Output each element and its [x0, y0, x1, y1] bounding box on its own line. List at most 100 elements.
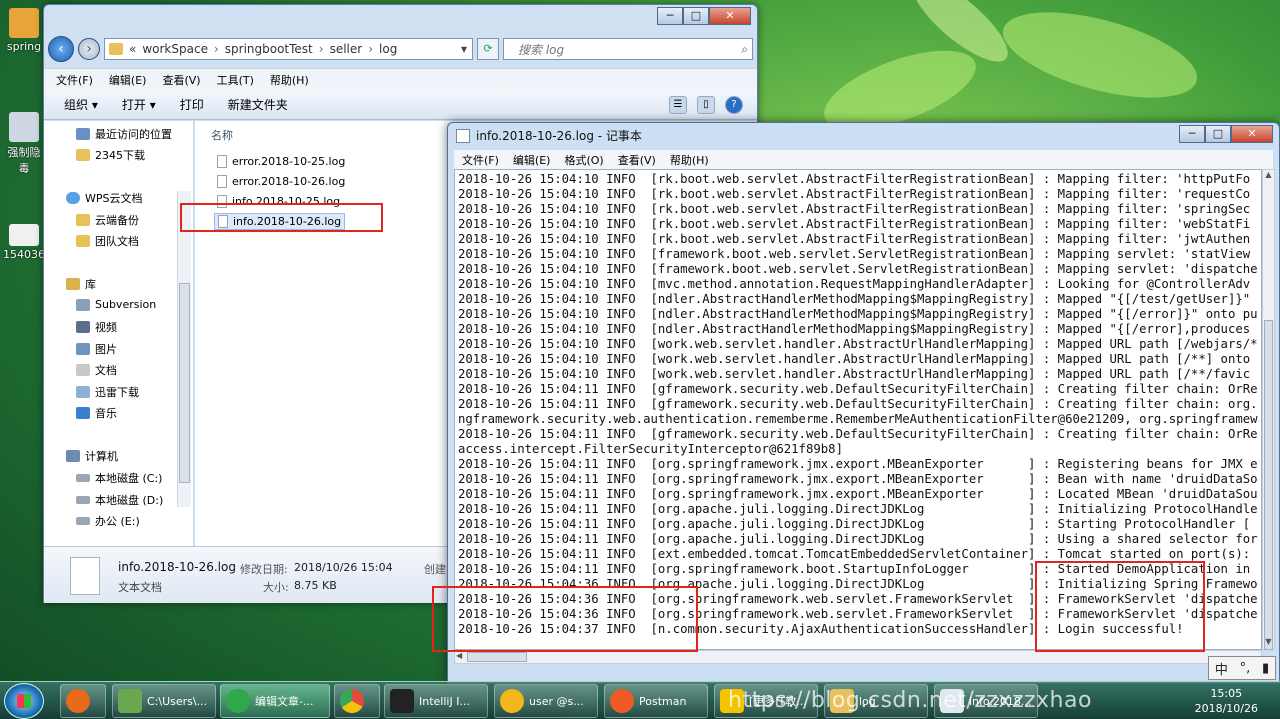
notepad-icon	[456, 128, 470, 143]
document-icon	[76, 364, 90, 376]
menu-view[interactable]: 查看(V)	[618, 152, 656, 168]
minimize-button[interactable]: ─	[657, 7, 683, 25]
nav-item-recent[interactable]: 最近访问的位置	[76, 126, 172, 142]
ime-mode[interactable]: 中	[1215, 659, 1228, 678]
nav-item-wps[interactable]: WPS云文档	[66, 190, 143, 206]
menu-edit[interactable]: 编辑(E)	[513, 152, 551, 168]
nav-item-pictures[interactable]: 图片	[76, 341, 117, 357]
address-bar[interactable]: « workSpace › springbootTest › seller › …	[104, 38, 473, 60]
breadcrumb-item[interactable]: seller	[330, 42, 363, 56]
nav-item-subversion[interactable]: Subversion	[76, 298, 156, 311]
desktop-icon-app[interactable]: 强制隐 毒	[2, 112, 46, 176]
taskbar-explorer-users[interactable]: C:\Users\...	[112, 684, 216, 718]
nav-item-label: 本地磁盘 (C:)	[95, 472, 163, 485]
menu-edit[interactable]: 编辑(E)	[109, 72, 147, 88]
breadcrumb-item[interactable]: springbootTest	[225, 42, 313, 56]
open-button[interactable]: 打开 ▾	[122, 96, 156, 113]
menu-view[interactable]: 查看(V)	[162, 72, 200, 88]
taskbar-intellij[interactable]: IntelliJ I...	[384, 684, 488, 718]
desktop-icon-spring[interactable]: spring	[2, 8, 46, 53]
file-item[interactable]: error.2018-10-25.log	[217, 155, 345, 168]
horizontal-scrollbar[interactable]: ◀	[454, 650, 1262, 664]
forward-button[interactable]: ›	[78, 38, 100, 60]
shield-icon	[9, 112, 39, 142]
start-button[interactable]	[4, 683, 44, 719]
close-button[interactable]: ✕	[709, 7, 751, 25]
menu-file[interactable]: 文件(F)	[56, 72, 93, 88]
new-folder-button[interactable]: 新建文件夹	[228, 96, 288, 113]
menu-help[interactable]: 帮助(H)	[270, 72, 309, 88]
close-button[interactable]: ✕	[1231, 125, 1273, 143]
menu-help[interactable]: 帮助(H)	[670, 152, 709, 168]
taskbar-label: IntelliJ I...	[419, 694, 470, 708]
search-icon[interactable]: ⌕	[741, 42, 748, 57]
nav-item-documents[interactable]: 文档	[76, 362, 117, 378]
taskbar-user-db[interactable]: user @s...	[494, 684, 598, 718]
taskbar-edit-article[interactable]: 编辑文章-...	[220, 684, 330, 718]
scrollbar-thumb[interactable]	[467, 652, 527, 662]
nav-pane-scrollbar[interactable]	[177, 191, 191, 507]
nav-item-libraries[interactable]: 库	[66, 276, 96, 292]
desktop-icon-file[interactable]: 154036	[2, 224, 46, 261]
scrollbar-thumb[interactable]	[1264, 320, 1273, 650]
chevron-right-icon[interactable]: ›	[368, 42, 373, 56]
file-name: error.2018-10-26.log	[232, 175, 346, 188]
library-icon	[66, 278, 80, 290]
nav-item-2345[interactable]: 2345下载	[76, 147, 145, 163]
maximize-button[interactable]: □	[1205, 125, 1231, 143]
menu-tools[interactable]: 工具(T)	[217, 72, 254, 88]
breadcrumb-item[interactable]: workSpace	[142, 42, 208, 56]
scroll-left-icon[interactable]: ◀	[456, 651, 462, 660]
ime-keyboard-icon[interactable]: ▮	[1262, 661, 1269, 676]
chevron-right-icon[interactable]: ›	[319, 42, 324, 56]
scroll-down-icon[interactable]: ▼	[1263, 637, 1274, 649]
breadcrumb-item[interactable]: log	[379, 42, 397, 56]
chrome-icon	[340, 689, 364, 713]
help-icon[interactable]: ?	[725, 95, 743, 114]
maximize-button[interactable]: □	[683, 7, 709, 25]
taskbar-postman[interactable]: Postman	[604, 684, 708, 718]
nav-item-team-docs[interactable]: 团队文档	[76, 233, 139, 249]
search-input[interactable]: 搜索 log ⌕	[503, 38, 753, 60]
menu-format[interactable]: 格式(O)	[564, 152, 603, 168]
log-line: 2018-10-26 15:04:10 INFO [framework.boot…	[458, 262, 1258, 276]
nav-item-label: Subversion	[95, 298, 157, 311]
nav-item-music[interactable]: 音乐	[76, 405, 117, 421]
file-item[interactable]: error.2018-10-26.log	[217, 175, 345, 188]
view-options-icon[interactable]: ☰	[669, 95, 687, 114]
ime-punctuation[interactable]: °,	[1240, 661, 1251, 676]
clock[interactable]: 15:05 2018/10/26	[1195, 686, 1258, 716]
scroll-up-icon[interactable]: ▲	[1263, 170, 1274, 182]
taskbar-label: Postman	[639, 694, 687, 708]
chevron-down-icon[interactable]: ▾	[456, 42, 472, 56]
organize-button[interactable]: 组织 ▾	[64, 96, 98, 113]
nav-item-drive-e[interactable]: 办公 (E:)	[76, 513, 140, 529]
scrollbar-thumb[interactable]	[179, 283, 190, 483]
nav-item-drive-c[interactable]: 本地磁盘 (C:)	[76, 470, 162, 486]
highlight-box-messages	[1035, 561, 1205, 652]
taskbar-firefox[interactable]	[60, 684, 106, 718]
nav-item-computer[interactable]: 计算机	[66, 448, 118, 464]
minimize-button[interactable]: ─	[1179, 125, 1205, 143]
nav-item-thunder[interactable]: 迅雷下载	[76, 384, 139, 400]
taskbar: C:\Users\... 编辑文章-... IntelliJ I... user…	[0, 656, 1280, 719]
vertical-scrollbar[interactable]: ▲ ▼	[1262, 169, 1275, 650]
chevron-right-icon[interactable]: ›	[214, 42, 219, 56]
column-header-name[interactable]: 名称	[211, 127, 233, 143]
search-placeholder: 搜索 log	[518, 42, 565, 57]
details-file-name: info.2018-10-26.log	[118, 560, 236, 574]
refresh-button[interactable]: ⟳	[477, 38, 499, 60]
taskbar-chrome[interactable]	[334, 684, 380, 718]
nav-item-videos[interactable]: 视频	[76, 319, 117, 335]
ime-toolbar[interactable]: 中 °, ▮	[1208, 656, 1276, 680]
log-line: 2018-10-26 15:04:10 INFO [rk.boot.web.se…	[458, 232, 1251, 246]
menu-file[interactable]: 文件(F)	[462, 152, 499, 168]
nav-item-cloud-backup[interactable]: 云端备份	[76, 212, 139, 228]
print-button[interactable]: 打印	[180, 96, 204, 113]
nav-item-label: 办公 (E:)	[95, 515, 140, 528]
preview-pane-icon[interactable]: ▯	[697, 95, 715, 114]
breadcrumb-overflow[interactable]: «	[129, 42, 136, 56]
back-button[interactable]: ‹	[48, 36, 74, 62]
nav-item-label: 图片	[95, 343, 117, 356]
nav-item-drive-d[interactable]: 本地磁盘 (D:)	[76, 492, 163, 508]
